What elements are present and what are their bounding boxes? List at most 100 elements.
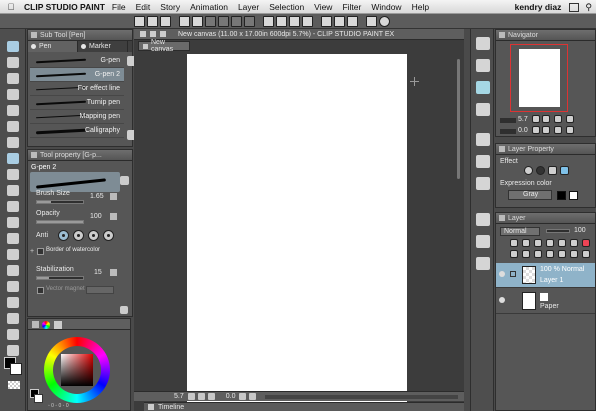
- draft-layer-icon[interactable]: [534, 239, 542, 247]
- canvas-paper[interactable]: [187, 54, 407, 406]
- close-tab-icon[interactable]: [143, 43, 148, 49]
- snap-grid-icon[interactable]: [334, 15, 345, 27]
- layer-row[interactable]: Paper: [496, 289, 595, 314]
- app-menu[interactable]: CLIP STUDIO PAINT: [24, 2, 105, 12]
- lock-layer-icon[interactable]: [546, 239, 554, 247]
- zoom-tool-icon[interactable]: [7, 41, 19, 52]
- spotlight-search-icon[interactable]: ⚲: [585, 2, 592, 13]
- help-icon[interactable]: [379, 15, 390, 27]
- blue-line-effect-icon[interactable]: [560, 166, 569, 175]
- frame-tool-icon[interactable]: [7, 297, 19, 308]
- color-wheel-tab-icon[interactable]: [42, 321, 50, 329]
- horizontal-scrollbar[interactable]: [265, 394, 458, 399]
- list-item[interactable]: Mapping pen: [30, 110, 124, 124]
- layer-mask-icon[interactable]: [570, 250, 578, 258]
- lock-transparent-icon[interactable]: [558, 239, 566, 247]
- navigator-dock-icon[interactable]: [476, 37, 490, 50]
- menu-filter[interactable]: Filter: [342, 2, 361, 12]
- wrench-icon[interactable]: [120, 176, 129, 185]
- tab-pen[interactable]: Pen: [28, 41, 78, 52]
- eraser-tool-icon[interactable]: [7, 217, 19, 228]
- move-layer-tool-icon[interactable]: [7, 89, 19, 100]
- rotate-right-icon[interactable]: [542, 126, 550, 134]
- layer-color-effect-icon[interactable]: [548, 166, 557, 175]
- transfer-down-icon[interactable]: [546, 250, 554, 258]
- stabilization-stepper[interactable]: [110, 269, 117, 276]
- ruler-tool-icon[interactable]: [7, 313, 19, 324]
- navigator-preview[interactable]: [510, 44, 568, 112]
- text-tool-icon[interactable]: [7, 329, 19, 340]
- tab-new-canvas[interactable]: New canvas: [138, 39, 190, 53]
- copy-icon[interactable]: [231, 15, 242, 27]
- animation-cels-dock-icon[interactable]: [476, 235, 490, 248]
- operation-tool-icon[interactable]: [7, 73, 19, 84]
- visibility-eye-icon[interactable]: [499, 297, 505, 303]
- blend-tool-icon[interactable]: [7, 233, 19, 244]
- opacity-value[interactable]: 100: [90, 213, 102, 220]
- menu-file[interactable]: File: [112, 2, 126, 12]
- layer-opacity-value[interactable]: 100: [574, 227, 586, 234]
- stabilization-value[interactable]: 15: [94, 269, 102, 276]
- saturation-value-square[interactable]: [61, 354, 93, 386]
- zoom-out-icon[interactable]: [197, 393, 205, 400]
- edit-lock-icon[interactable]: [510, 271, 516, 277]
- clip-layer-icon[interactable]: [510, 239, 518, 247]
- settings-icon[interactable]: [120, 306, 128, 314]
- layer-dock-icon[interactable]: [476, 213, 490, 226]
- navigator-zoom-value[interactable]: 5.7: [518, 116, 528, 123]
- move-tool-icon[interactable]: [7, 57, 19, 68]
- antialias-medium-icon[interactable]: [88, 230, 99, 241]
- rotate-left-icon[interactable]: [532, 126, 540, 134]
- new-raster-layer-icon[interactable]: [510, 250, 518, 258]
- black-swatch[interactable]: [557, 191, 566, 200]
- brush-tool-icon[interactable]: [7, 185, 19, 196]
- airbrush-tool-icon[interactable]: [7, 201, 19, 212]
- transform-icon[interactable]: [302, 15, 313, 27]
- material-dock-icon[interactable]: [476, 257, 490, 270]
- layer-row[interactable]: 100 % Normal Layer 1: [496, 263, 595, 288]
- sub-color-swatch[interactable]: [10, 363, 22, 375]
- panel-close-icon[interactable]: [31, 32, 37, 38]
- opacity-slider[interactable]: [36, 220, 84, 224]
- list-item[interactable]: G-pen 2: [30, 68, 124, 82]
- brush-size-value[interactable]: 1.65: [90, 193, 104, 200]
- panel-close-icon[interactable]: [499, 146, 505, 152]
- timeline-label[interactable]: Timeline: [158, 404, 184, 411]
- white-swatch[interactable]: [569, 191, 578, 200]
- layer-property-dock-icon[interactable]: [476, 133, 490, 146]
- layer-search-dock-icon[interactable]: [476, 155, 490, 168]
- navigator-angle-value[interactable]: 0.0: [518, 127, 528, 134]
- zoom-in-icon[interactable]: [187, 393, 195, 400]
- vertical-scrollbar[interactable]: [457, 59, 460, 179]
- snap-ruler-icon[interactable]: [321, 15, 332, 27]
- expand-icon[interactable]: +: [30, 248, 34, 255]
- menu-animation[interactable]: Animation: [190, 2, 228, 12]
- rotate-left-icon[interactable]: [239, 393, 247, 400]
- minimize-icon[interactable]: [150, 31, 156, 37]
- panel-close-icon[interactable]: [32, 321, 39, 328]
- eyedropper-tool-icon[interactable]: [7, 137, 19, 148]
- item-bank-dock-icon[interactable]: [476, 81, 490, 94]
- menu-edit[interactable]: Edit: [136, 2, 151, 12]
- new-canvas-icon[interactable]: [134, 15, 145, 27]
- transparent-color-swatch[interactable]: [8, 381, 20, 389]
- antialias-strong-icon[interactable]: [103, 230, 114, 241]
- menu-window[interactable]: Window: [371, 2, 401, 12]
- fit-icon[interactable]: [566, 115, 574, 123]
- panel-close-icon[interactable]: [31, 152, 37, 158]
- sub-color-swatch[interactable]: [34, 394, 43, 403]
- list-item[interactable]: Turnip pen: [30, 96, 124, 110]
- color-slider-tab-icon[interactable]: [54, 321, 62, 329]
- snap-special-ruler-icon[interactable]: [347, 15, 358, 27]
- new-folder-icon[interactable]: [534, 250, 542, 258]
- panel-close-icon[interactable]: [499, 215, 505, 221]
- deselect-icon[interactable]: [263, 15, 274, 27]
- save-icon[interactable]: [160, 15, 171, 27]
- open-file-icon[interactable]: [147, 15, 158, 27]
- menu-story[interactable]: Story: [160, 2, 180, 12]
- pencil-tool-icon[interactable]: [7, 169, 19, 180]
- delete-layer-icon[interactable]: [582, 239, 590, 247]
- select-all-icon[interactable]: [276, 15, 287, 27]
- gradient-tool-icon[interactable]: [7, 265, 19, 276]
- zoom-in-icon[interactable]: [532, 115, 540, 123]
